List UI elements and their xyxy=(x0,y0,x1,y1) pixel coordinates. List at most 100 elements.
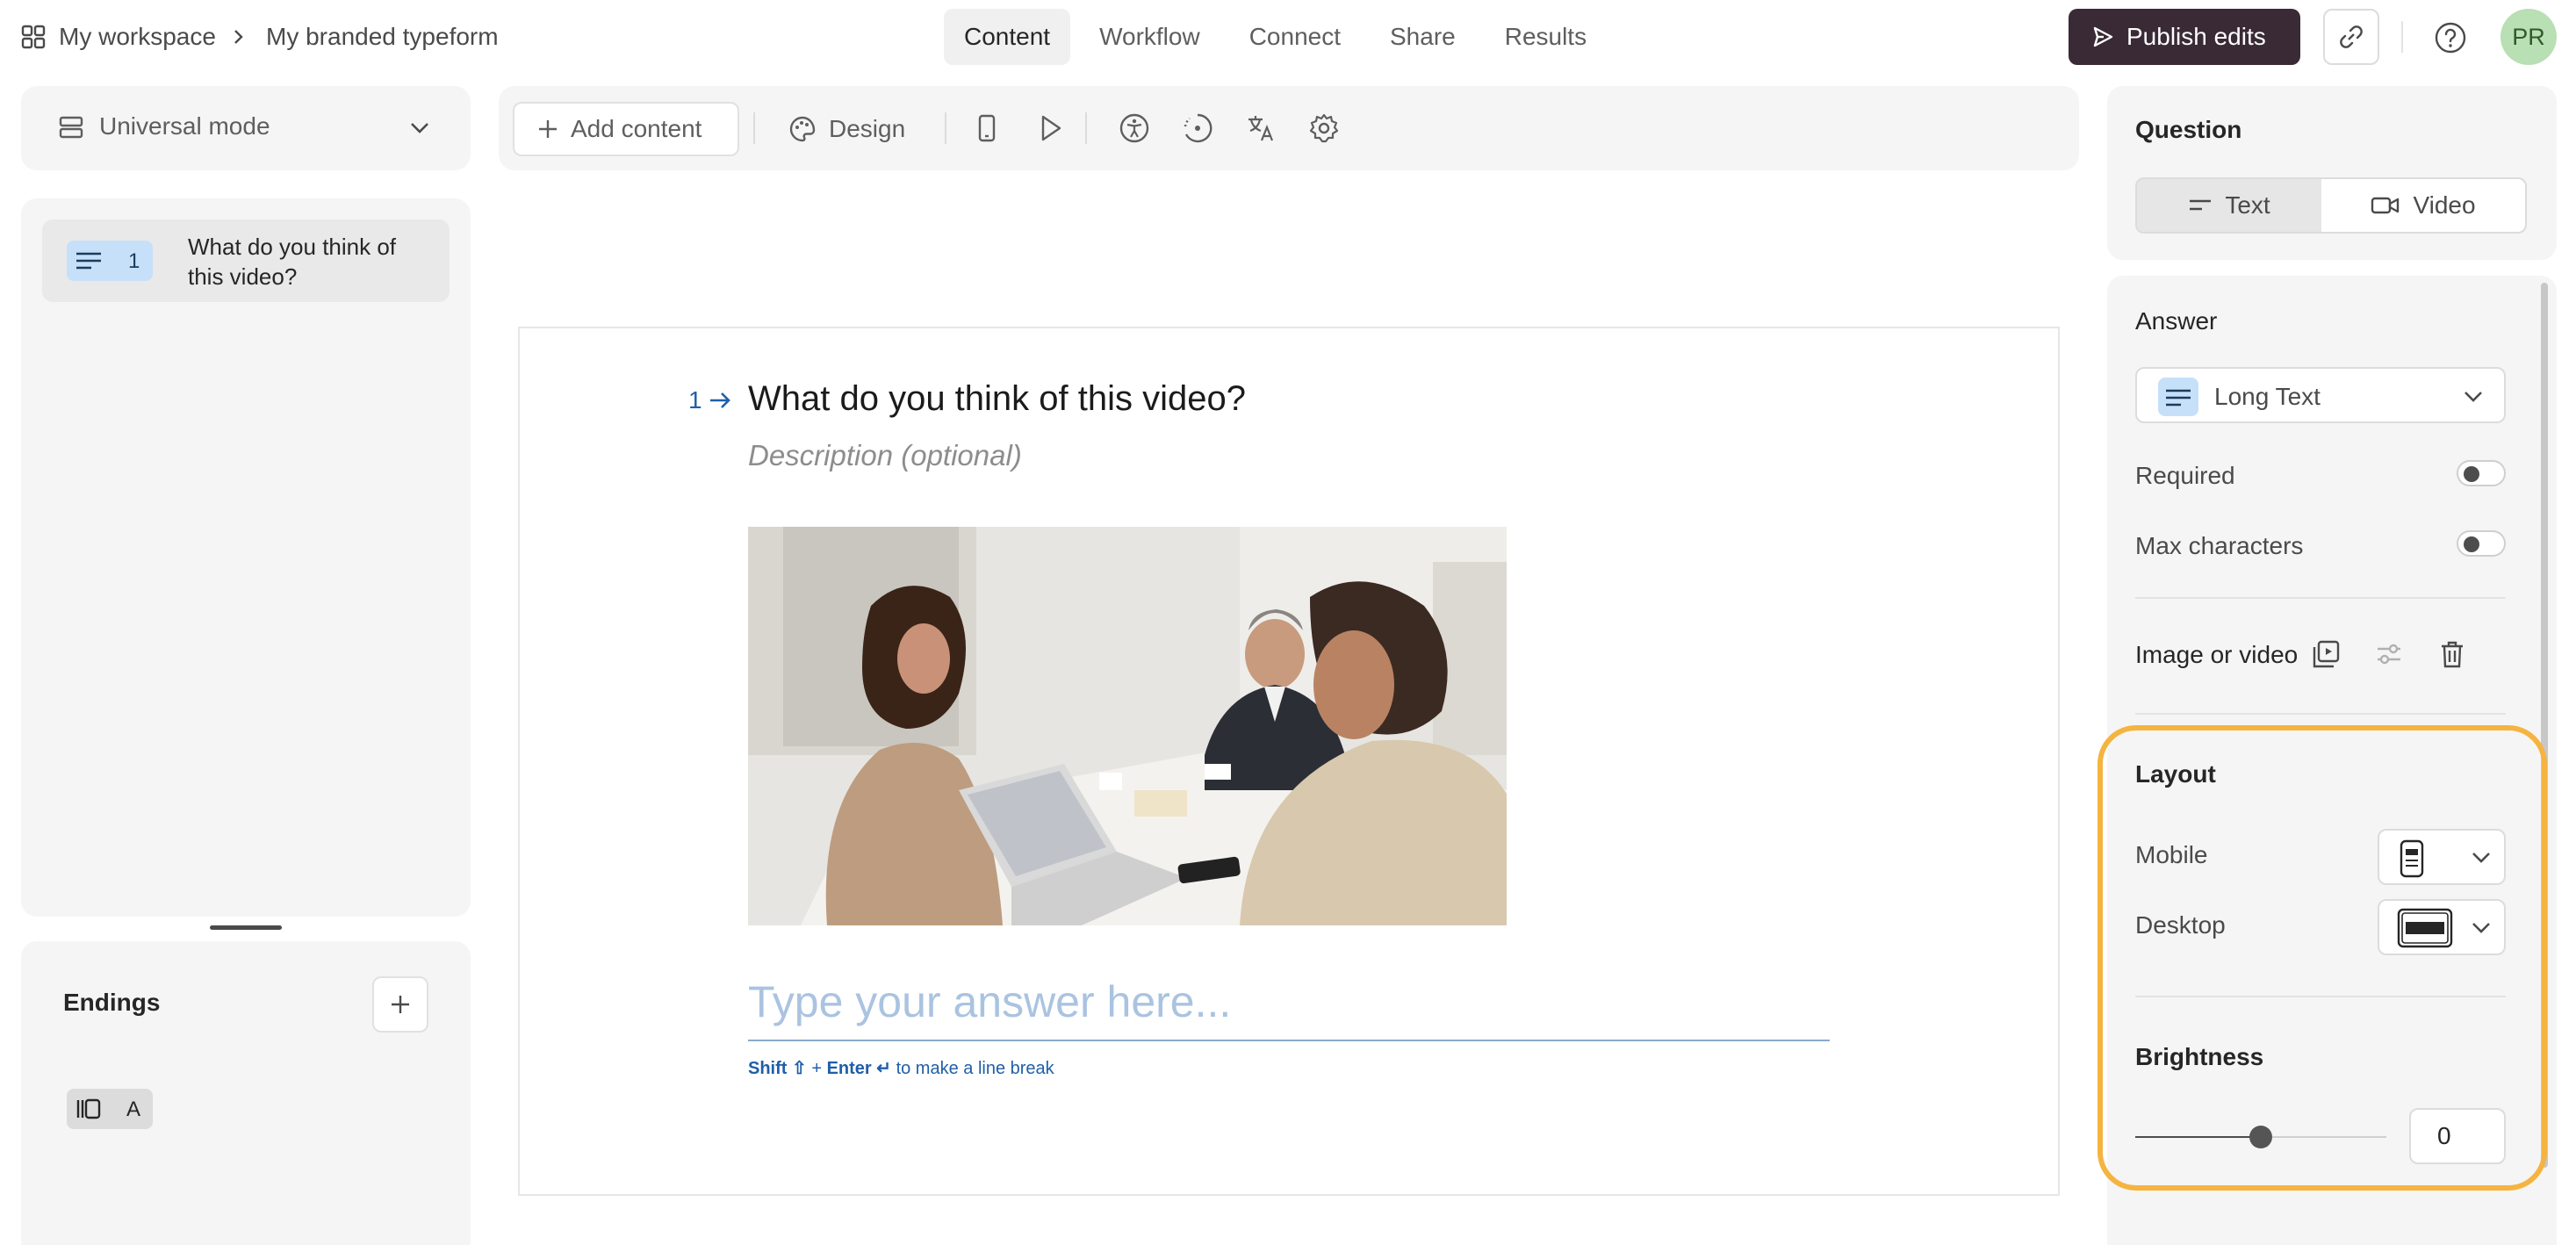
answer-input[interactable]: Type your answer here... xyxy=(748,976,1231,1027)
breadcrumb-form-name[interactable]: My branded typeform xyxy=(266,23,499,51)
divider xyxy=(2401,21,2403,53)
link-icon xyxy=(2340,25,2363,48)
add-ending-button[interactable] xyxy=(372,976,428,1033)
tab-share[interactable]: Share xyxy=(1370,9,1476,65)
long-text-icon xyxy=(76,252,101,270)
toggle-knob xyxy=(2464,466,2479,482)
ending-item[interactable]: A xyxy=(67,1089,153,1129)
mode-label: Universal mode xyxy=(99,112,270,140)
brightness-slider-handle[interactable] xyxy=(2249,1126,2272,1148)
chevron-down-icon xyxy=(2472,853,2490,863)
chevron-down-icon xyxy=(411,123,428,133)
scrollbar[interactable] xyxy=(2541,283,2548,1168)
answer-section-title: Answer xyxy=(2135,307,2218,335)
mobile-layout-label: Mobile xyxy=(2135,841,2208,868)
play-preview-icon[interactable] xyxy=(1034,112,1066,144)
design-label: Design xyxy=(829,115,906,142)
question-title[interactable]: What do you think of this video? xyxy=(748,379,1246,419)
divider xyxy=(1085,112,1087,144)
desktop-layout-icon xyxy=(2397,908,2453,948)
required-toggle[interactable] xyxy=(2457,460,2506,486)
settings-icon[interactable] xyxy=(1308,112,1340,144)
answer-type-select[interactable]: Long Text xyxy=(2135,367,2506,423)
ending-screen-icon xyxy=(76,1098,101,1119)
divider xyxy=(2135,713,2506,715)
desktop-layout-label: Desktop xyxy=(2135,911,2226,939)
divider xyxy=(753,112,755,144)
tab-content[interactable]: Content xyxy=(944,9,1071,65)
arrow-right-icon xyxy=(710,392,730,408)
brightness-section-title: Brightness xyxy=(2135,1043,2264,1070)
translate-icon[interactable] xyxy=(1245,112,1277,144)
meeting-photo xyxy=(748,527,1507,925)
resize-handle[interactable] xyxy=(210,925,282,930)
publish-edits-button[interactable]: Publish edits xyxy=(2069,9,2300,65)
layout-section-title: Layout xyxy=(2135,760,2216,788)
mobile-layout-select[interactable] xyxy=(2378,829,2506,885)
trash-icon[interactable] xyxy=(2437,639,2467,669)
desktop-layout-select[interactable] xyxy=(2378,899,2506,955)
plus-icon xyxy=(539,120,557,138)
short-text-icon xyxy=(2190,199,2212,211)
workspace-grid-icon[interactable] xyxy=(21,25,46,49)
breadcrumb-workspace[interactable]: My workspace xyxy=(59,23,216,51)
tab-workflow[interactable]: Workflow xyxy=(1079,9,1220,65)
question-number: 1 xyxy=(688,386,702,414)
editor-toolbar: Add content Design xyxy=(499,86,2079,170)
question-mode-text-label: Text xyxy=(2225,191,2270,219)
add-content-button[interactable]: Add content xyxy=(513,102,739,156)
accessibility-icon[interactable] xyxy=(1119,112,1150,144)
layers-icon xyxy=(59,116,83,139)
ending-letter: A xyxy=(126,1097,141,1121)
question-mode-text[interactable]: Text xyxy=(2137,179,2321,232)
description-field[interactable]: Description (optional) xyxy=(748,439,1022,472)
image-or-video-label: Image or video xyxy=(2135,641,2299,668)
hint-shift: Shift ⇧ xyxy=(748,1059,807,1078)
question-mode-video[interactable]: Video xyxy=(2321,179,2525,232)
answer-type-label: Long Text xyxy=(2214,383,2321,410)
answer-type-badge xyxy=(2158,378,2198,416)
tab-results[interactable]: Results xyxy=(1485,9,1607,65)
avatar[interactable]: PR xyxy=(2500,9,2557,65)
question-section-title: Question xyxy=(2135,116,2242,143)
max-characters-toggle[interactable] xyxy=(2457,530,2506,557)
line-break-hint: Shift ⇧ + Enter ↵ to make a line break xyxy=(748,1057,1054,1079)
answer-underline xyxy=(748,1040,1830,1041)
form-preview-canvas: 1 What do you think of this video? Descr… xyxy=(518,327,2060,1196)
answer-settings-card: Answer Long Text Required Max characters… xyxy=(2107,276,2557,1245)
required-label: Required xyxy=(2135,462,2235,489)
brightness-slider-rest xyxy=(2270,1136,2386,1138)
chevron-down-icon xyxy=(2472,923,2490,933)
design-button[interactable]: Design xyxy=(788,102,905,156)
divider xyxy=(2135,996,2506,997)
chevron-down-icon xyxy=(2464,392,2482,402)
question-badge: 1 xyxy=(67,241,153,281)
chevron-right-icon xyxy=(234,30,243,44)
long-text-icon xyxy=(2166,389,2191,407)
progress-icon[interactable] xyxy=(1182,112,1213,144)
mobile-layout-icon xyxy=(2400,839,2424,878)
add-media-icon[interactable] xyxy=(2311,639,2341,669)
question-settings-card: Question Text Video xyxy=(2107,86,2557,260)
main-tabs: Content Workflow Connect Share Results xyxy=(944,9,1615,65)
mode-selector[interactable]: Universal mode xyxy=(21,86,471,170)
mobile-preview-icon[interactable] xyxy=(971,112,1003,144)
question-list: 1 What do you think of this video? xyxy=(21,198,471,917)
question-number: 1 xyxy=(128,249,140,273)
question-mode-video-label: Video xyxy=(2413,191,2476,219)
copy-link-button[interactable] xyxy=(2323,9,2379,65)
brightness-input[interactable] xyxy=(2409,1108,2506,1164)
question-image[interactable] xyxy=(748,527,1507,925)
hint-rest: to make a line break xyxy=(896,1059,1054,1078)
add-content-label: Add content xyxy=(571,115,702,142)
hint-enter: Enter ↵ xyxy=(826,1059,891,1078)
tab-connect[interactable]: Connect xyxy=(1229,9,1361,65)
question-list-title: What do you think of this video? xyxy=(188,234,397,290)
video-camera-icon xyxy=(2371,197,2400,214)
help-icon[interactable] xyxy=(2434,21,2467,54)
send-icon xyxy=(2093,26,2113,47)
endings-panel: Endings A xyxy=(21,941,471,1245)
list-item[interactable]: 1 What do you think of this video? xyxy=(42,219,450,302)
adjust-media-icon[interactable] xyxy=(2374,639,2404,669)
endings-title: Endings xyxy=(63,989,161,1016)
